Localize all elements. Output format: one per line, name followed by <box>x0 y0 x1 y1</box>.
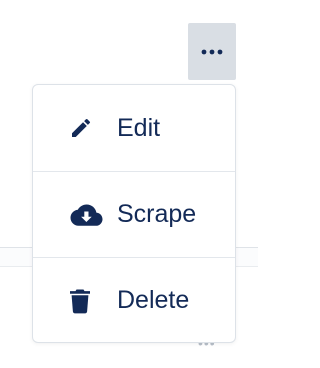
menu-item-edit[interactable]: Edit <box>33 85 235 171</box>
menu-item-delete[interactable]: Delete <box>33 257 235 342</box>
menu-item-label: Edit <box>117 113 161 142</box>
menu-item-scrape[interactable]: Scrape <box>33 171 235 257</box>
more-actions-button[interactable] <box>188 23 236 80</box>
actions-dropdown-menu: Edit Scrape Delete <box>32 84 236 343</box>
ellipsis-icon <box>201 49 223 55</box>
pencil-icon <box>69 115 103 141</box>
menu-item-label: Scrape <box>117 200 197 228</box>
menu-item-label: Delete <box>117 286 190 314</box>
trash-icon <box>69 288 103 314</box>
cloud-download-icon <box>69 202 103 228</box>
screen: ••• Edit Scrape Delete <box>0 0 258 368</box>
